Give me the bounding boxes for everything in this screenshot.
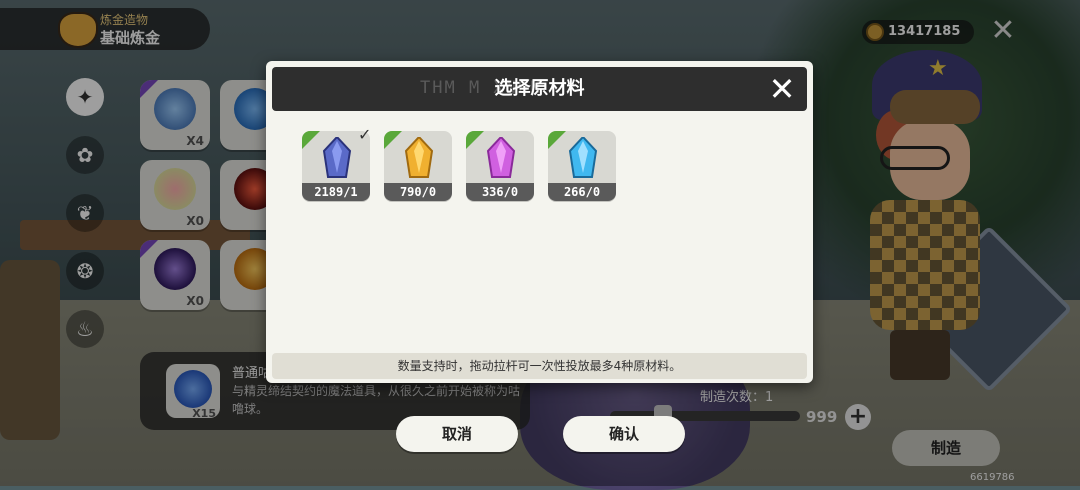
- orange-crystal-icon: [404, 137, 434, 178]
- material-slot-pink[interactable]: 336/0: [466, 131, 534, 201]
- tip-bar: 数量支持时，拖动拉杆可一次性投放最多4种原材料。: [272, 353, 807, 379]
- pink-crystal-icon: [486, 137, 516, 178]
- material-slot-cyan[interactable]: 266/0: [548, 131, 616, 201]
- material-slot-orange[interactable]: 790/0: [384, 131, 452, 201]
- rarity-corner: [384, 131, 402, 149]
- rarity-corner: [466, 131, 484, 149]
- blue-crystal-icon: [322, 137, 352, 178]
- rarity-corner: [548, 131, 566, 149]
- close-icon[interactable]: ✕: [765, 72, 799, 106]
- dialog-header: THM M XNON 选择原材料 ✕: [272, 67, 807, 111]
- material-count: 266/0: [548, 183, 616, 201]
- select-materials-dialog: THM M XNON 选择原材料 ✕ 2189/1 ✓ 790/0 336/0 …: [266, 61, 813, 383]
- rarity-corner: [302, 131, 320, 149]
- material-count: 2189/1: [302, 183, 370, 201]
- confirm-button[interactable]: 确认: [563, 416, 685, 452]
- material-count: 790/0: [384, 183, 452, 201]
- dialog-title: 选择原材料: [494, 78, 585, 99]
- cancel-button[interactable]: 取消: [396, 416, 518, 452]
- cyan-crystal-icon: [568, 137, 598, 178]
- tip-text: 数量支持时，拖动拉杆可一次性投放最多4种原材料。: [397, 359, 682, 373]
- selected-check-icon: ✓: [358, 125, 372, 144]
- material-count: 336/0: [466, 183, 534, 201]
